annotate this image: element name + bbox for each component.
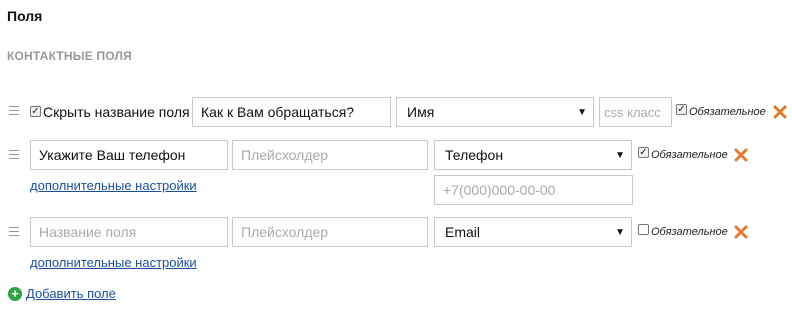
close-icon[interactable] <box>734 225 748 239</box>
more-settings-link[interactable]: дополнительные настройки <box>30 255 197 270</box>
chevron-down-icon: ▼ <box>615 150 625 161</box>
drag-handle-icon[interactable] <box>9 106 19 116</box>
page-title: Поля <box>7 8 43 24</box>
required-label: Обязательное <box>689 106 766 118</box>
plus-circle-icon[interactable]: + <box>8 287 22 301</box>
field-placeholder-input[interactable] <box>232 217 428 247</box>
required-checkbox[interactable]: ✓ <box>638 147 649 158</box>
field-placeholder-input[interactable] <box>232 140 428 170</box>
chevron-down-icon: ▼ <box>615 227 625 238</box>
section-title: КОНТАКТНЫЕ ПОЛЯ <box>7 49 132 63</box>
chevron-down-icon: ▼ <box>577 107 587 118</box>
phone-mask-input[interactable] <box>434 175 633 205</box>
hide-name-checkbox[interactable]: ✓ <box>30 106 41 117</box>
add-field-link[interactable]: Добавить поле <box>26 286 116 301</box>
required-checkbox[interactable]: ✓ <box>676 104 687 115</box>
field-name-input[interactable] <box>30 140 228 170</box>
required-label: Обязательное <box>651 149 728 161</box>
field-type-value: Email <box>445 224 481 240</box>
close-icon[interactable] <box>773 105 787 119</box>
field-type-select[interactable]: Телефон ▼ <box>434 140 632 170</box>
field-type-value: Имя <box>407 104 435 120</box>
drag-handle-icon[interactable] <box>9 227 19 237</box>
close-icon[interactable] <box>734 148 748 162</box>
field-type-value: Телефон <box>445 147 504 163</box>
css-class-input[interactable] <box>599 97 672 127</box>
field-type-select[interactable]: Email ▼ <box>434 217 632 247</box>
required-checkbox[interactable] <box>638 224 649 235</box>
field-name-input[interactable] <box>192 97 391 127</box>
required-label: Обязательное <box>651 226 728 238</box>
drag-handle-icon[interactable] <box>9 150 19 160</box>
hide-name-label: Скрыть название поля <box>43 104 190 120</box>
field-name-input[interactable] <box>30 217 228 247</box>
field-type-select[interactable]: Имя ▼ <box>396 97 594 127</box>
more-settings-link[interactable]: дополнительные настройки <box>30 178 197 193</box>
